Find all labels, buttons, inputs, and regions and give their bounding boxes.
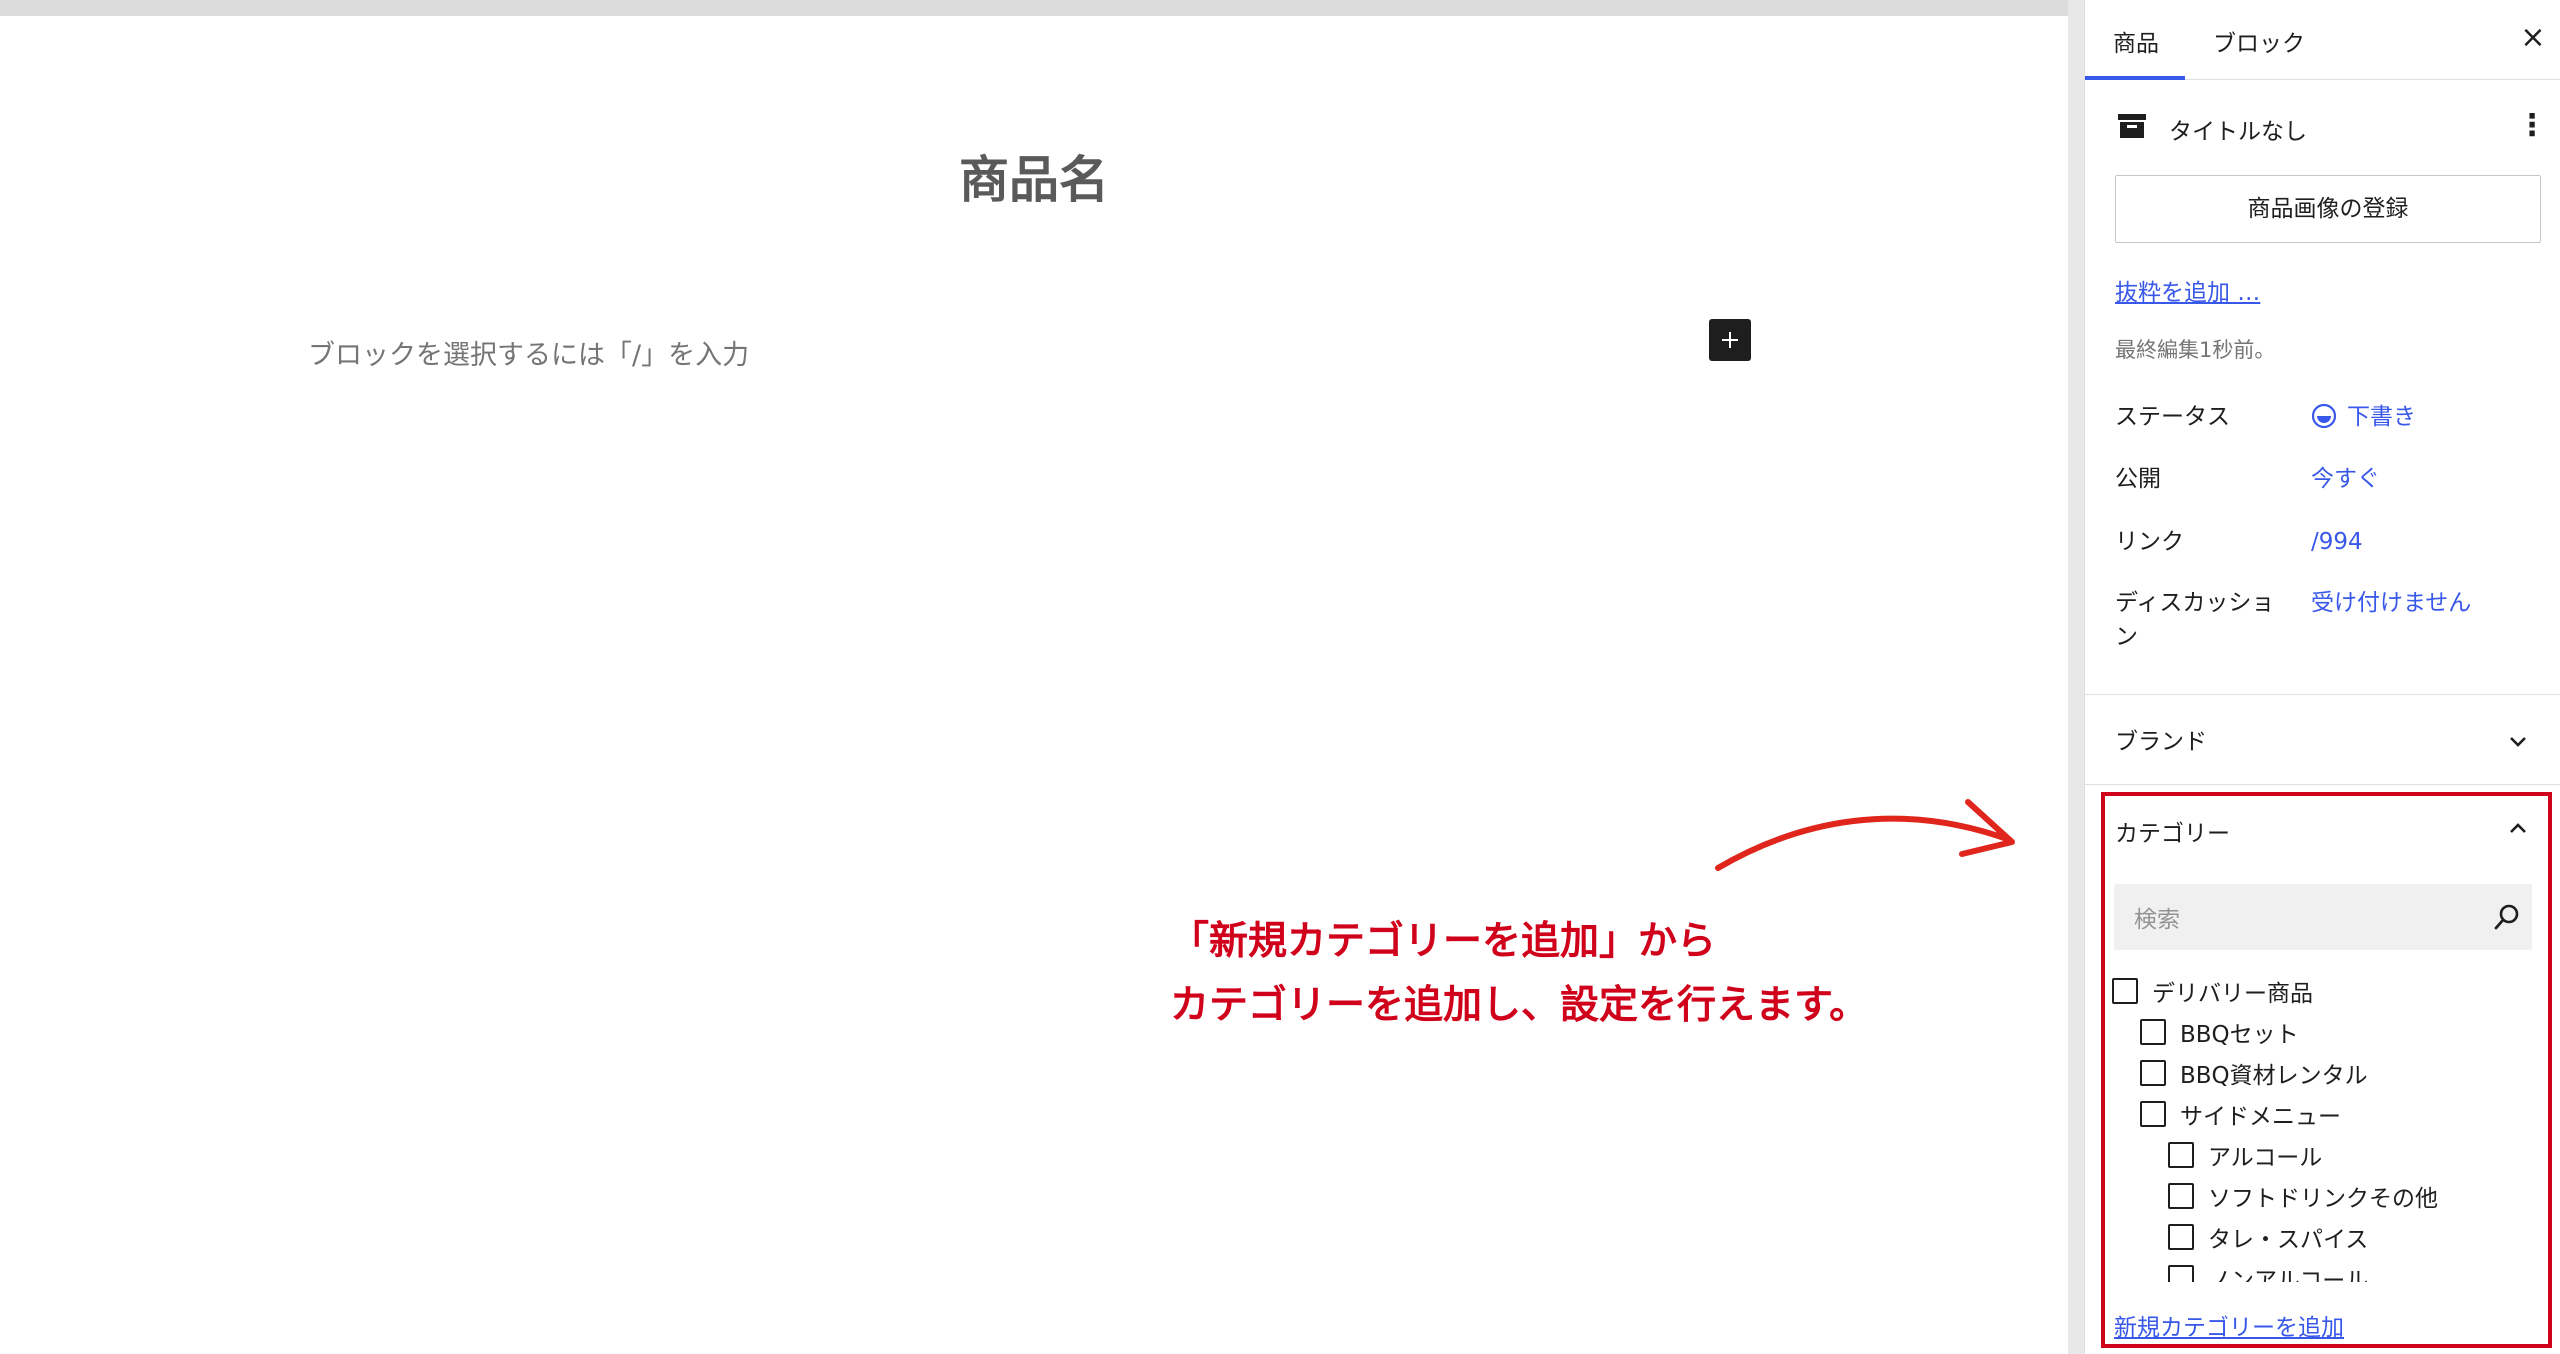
top-strip bbox=[0, 0, 2068, 16]
category-label: BBQ資材レンタル bbox=[2180, 1063, 2368, 1089]
category-item[interactable]: BBQセット bbox=[2140, 1015, 2299, 1049]
category-checkbox[interactable] bbox=[2168, 1224, 2194, 1250]
category-label: BBQセット bbox=[2180, 1022, 2299, 1048]
meta-label: ステータス bbox=[2115, 404, 2230, 430]
search-icon bbox=[2494, 904, 2519, 930]
divider bbox=[2085, 784, 2560, 785]
meta-label: リンク bbox=[2115, 529, 2184, 555]
status-value-text: 下書き bbox=[2347, 404, 2416, 430]
discussion-value[interactable]: 受け付けません bbox=[2311, 586, 2471, 620]
category-checkbox[interactable] bbox=[2168, 1183, 2194, 1209]
block-placeholder[interactable]: ブロックを選択するには「/」を入力 bbox=[308, 333, 749, 372]
category-label: ノンアルコール bbox=[2208, 1268, 2369, 1282]
category-label: アルコール bbox=[2208, 1145, 2323, 1171]
editor-window: 商品名 ブロックを選択するには「/」を入力 「新規カテゴリーを追加」から カテゴ… bbox=[0, 0, 2560, 1354]
category-search-input[interactable]: 検索 bbox=[2134, 900, 2180, 934]
annotation-line-2: カテゴリーを追加し、設定を行えます。 bbox=[1170, 983, 1869, 1028]
category-label: デリバリー商品 bbox=[2152, 981, 2313, 1007]
category-label: サイドメニュー bbox=[2180, 1104, 2341, 1130]
canvas-scrollbar[interactable] bbox=[2068, 0, 2084, 1354]
annotation-line-1: 「新規カテゴリーを追加」から bbox=[1170, 919, 1717, 964]
add-new-category-link[interactable]: 新規カテゴリーを追加 bbox=[2114, 1308, 2344, 1342]
post-title[interactable]: 商品名 bbox=[0, 140, 2068, 212]
archive-icon bbox=[2118, 114, 2146, 138]
chevron-down-icon[interactable] bbox=[2505, 728, 2531, 754]
sidebar-tabs: 商品 ブロック × bbox=[2085, 0, 2560, 80]
meta-label: 公開 bbox=[2115, 466, 2161, 492]
brand-panel-title[interactable]: ブランド bbox=[2115, 722, 2207, 756]
category-checkbox[interactable] bbox=[2112, 978, 2138, 1004]
annotation-text: 「新規カテゴリーを追加」から カテゴリーを追加し、設定を行えます。 bbox=[1170, 910, 1868, 1038]
category-checkbox[interactable] bbox=[2168, 1265, 2194, 1282]
more-options-icon[interactable]: ⋮ bbox=[2517, 108, 2547, 144]
tab-block[interactable]: ブロック bbox=[2213, 24, 2305, 58]
status-value[interactable]: 下書き bbox=[2311, 400, 2416, 434]
close-icon[interactable]: × bbox=[2515, 18, 2551, 58]
add-excerpt-link[interactable]: 抜粋を追加 … bbox=[2115, 273, 2260, 307]
divider bbox=[2085, 694, 2560, 695]
category-item[interactable]: タレ・スパイス bbox=[2168, 1220, 2368, 1254]
draft-status-icon bbox=[2311, 403, 2337, 428]
editor-canvas[interactable] bbox=[0, 16, 2068, 1354]
last-edited-text: 最終編集1秒前。 bbox=[2115, 338, 2276, 362]
category-item[interactable]: デリバリー商品 bbox=[2112, 974, 2313, 1008]
category-checkbox[interactable] bbox=[2168, 1142, 2194, 1168]
category-label: タレ・スパイス bbox=[2208, 1227, 2369, 1253]
publish-value[interactable]: 今すぐ bbox=[2311, 462, 2380, 496]
category-checkbox[interactable] bbox=[2140, 1019, 2166, 1045]
category-label: ソフトドリンクその他 bbox=[2208, 1186, 2438, 1212]
category-item[interactable]: サイドメニュー bbox=[2140, 1097, 2341, 1131]
add-block-button[interactable] bbox=[1709, 319, 1751, 361]
plus-icon bbox=[1722, 332, 1738, 348]
category-search[interactable]: 検索 bbox=[2114, 884, 2532, 950]
category-item[interactable]: ソフトドリンクその他 bbox=[2168, 1179, 2438, 1213]
annotation-arrow-icon bbox=[1715, 799, 2015, 871]
category-list[interactable]: デリバリー商品 BBQセット BBQ資材レンタル サイドメニュー アルコール ソ… bbox=[2112, 970, 2532, 1282]
category-item[interactable]: アルコール bbox=[2168, 1138, 2322, 1172]
category-item[interactable]: ノンアルコール bbox=[2168, 1261, 2368, 1282]
meta-label: ディスカッション bbox=[2115, 590, 2275, 650]
link-value[interactable]: /994 bbox=[2311, 525, 2363, 559]
active-tab-indicator bbox=[2085, 76, 2185, 80]
category-checkbox[interactable] bbox=[2140, 1060, 2166, 1086]
tab-product[interactable]: 商品 bbox=[2113, 24, 2159, 58]
category-item[interactable]: BBQ資材レンタル bbox=[2140, 1056, 2368, 1090]
post-summary-title: タイトルなし bbox=[2169, 119, 2307, 145]
post-summary: タイトルなし ⋮ bbox=[2117, 108, 2547, 148]
category-checkbox[interactable] bbox=[2140, 1101, 2166, 1127]
product-image-button[interactable]: 商品画像の登録 bbox=[2115, 175, 2541, 243]
